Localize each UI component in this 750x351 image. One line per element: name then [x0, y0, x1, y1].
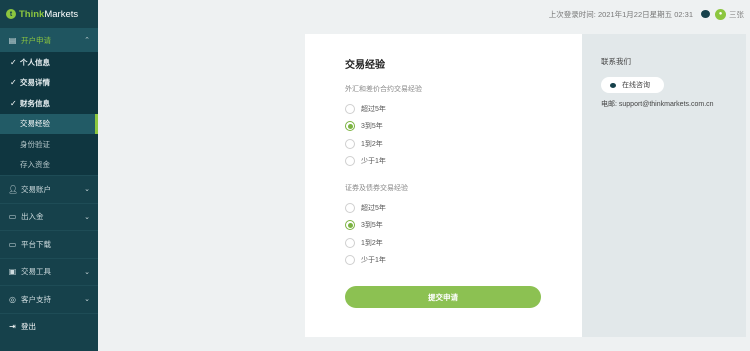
- sub-nav-list: ✓ 个人信息 ✓ 交易详情 ✓ 财务信息 交易经验 身份验证 存入资金: [0, 52, 98, 175]
- nav-item-logout[interactable]: ⇥ 登出: [0, 312, 98, 341]
- radio-button[interactable]: [345, 255, 355, 266]
- sub-item-label: 交易经验: [20, 119, 50, 129]
- username[interactable]: 三张: [729, 9, 744, 20]
- radio-label: 超过5年: [361, 105, 386, 113]
- forex-experience-label: 外汇和差价合约交易经验: [345, 86, 422, 93]
- nav-item-label: 出入金: [21, 212, 44, 222]
- nav-item-label: 平台下载: [21, 239, 51, 249]
- chevron-up-icon: ⌃: [84, 37, 90, 44]
- check-icon: ✓: [10, 98, 17, 108]
- chevron-down-icon: ⌄: [84, 186, 90, 194]
- radio-option[interactable]: 超过5年: [345, 100, 582, 118]
- topbar: 上次登录时间: 2021年1月22日星期五 02:31 ● 三张: [98, 0, 750, 28]
- sub-item-deposit-funds[interactable]: 存入资金: [0, 155, 98, 176]
- securities-experience-label: 证券及债券交易经验: [345, 185, 408, 192]
- radio-button-selected[interactable]: [345, 220, 355, 231]
- sub-item-personal-info[interactable]: ✓ 个人信息: [0, 52, 98, 73]
- radio-label: 1到2年: [361, 140, 383, 148]
- nav-item-label: 交易账户: [21, 184, 51, 194]
- sub-item-identity-verification[interactable]: 身份验证: [0, 134, 98, 155]
- radio-option[interactable]: 1到2年: [345, 135, 582, 153]
- sub-item-label: 交易详情: [20, 78, 50, 88]
- support-icon: ◎: [9, 294, 16, 304]
- chat-bubble-icon: [610, 82, 616, 88]
- chevron-down-icon: ⌄: [84, 213, 90, 221]
- sidebar: t ThinkMarkets ▤ 开户申请 ⌃ ✓ 个人信息 ✓ 交易详情 ✓ …: [0, 0, 98, 351]
- radio-button[interactable]: [345, 202, 355, 213]
- nav-item-trading-tools[interactable]: ▣ 交易工具 ⌄: [0, 257, 98, 286]
- chat-button-label: 在线咨询: [622, 82, 650, 89]
- contact-email[interactable]: 电邮: support@thinkmarkets.com.cn: [601, 99, 746, 109]
- chat-icon[interactable]: [701, 10, 710, 18]
- sub-item-label: 身份验证: [20, 139, 50, 149]
- chevron-down-icon: ⌄: [84, 296, 90, 304]
- nav-item-deposit-withdraw[interactable]: ▭ 出入金 ⌄: [0, 202, 98, 231]
- monitor-icon: ▭: [8, 239, 17, 249]
- radio-button[interactable]: [345, 103, 355, 114]
- radio-label: 少于1年: [361, 257, 386, 265]
- radio-label: 3到5年: [361, 123, 383, 131]
- sub-item-label: 个人信息: [20, 57, 50, 67]
- contact-title: 联系我们: [601, 57, 631, 66]
- logo[interactable]: t ThinkMarkets: [0, 0, 98, 28]
- nav-item-label: 客户支持: [21, 294, 51, 304]
- radio-option[interactable]: 1到2年: [345, 234, 582, 252]
- nav-item-customer-support[interactable]: ◎ 客户支持 ⌄: [0, 285, 98, 313]
- radio-label: 1到2年: [361, 239, 383, 247]
- last-login-text: 上次登录时间: 2021年1月22日星期五 02:31: [548, 9, 693, 19]
- sub-item-financial-info[interactable]: ✓ 财务信息: [0, 93, 98, 114]
- document-icon: ▤: [8, 35, 17, 45]
- nav-item-label: 登出: [21, 322, 36, 332]
- nav-item-trading-accounts[interactable]: 👤︎ 交易账户 ⌄: [0, 175, 98, 203]
- sub-item-trading-details[interactable]: ✓ 交易详情: [0, 73, 98, 94]
- contact-panel: 联系我们 在线咨询 电邮: support@thinkmarkets.com.c…: [582, 34, 746, 337]
- nav-item-platform-download[interactable]: ▭ 平台下载: [0, 230, 98, 258]
- submit-button[interactable]: 提交申请: [345, 286, 541, 308]
- radio-button[interactable]: [345, 156, 355, 167]
- radio-label: 少于1年: [361, 158, 386, 166]
- logout-icon: ⇥: [9, 322, 16, 332]
- radio-label: 3到5年: [361, 222, 383, 230]
- radio-button[interactable]: [345, 138, 355, 149]
- logo-icon: t: [6, 9, 16, 19]
- check-icon: ✓: [10, 57, 17, 67]
- radio-option[interactable]: 3到5年: [345, 217, 582, 235]
- sub-item-trading-experience[interactable]: 交易经验: [0, 113, 98, 134]
- nav-section-label: 开户申请: [21, 35, 51, 45]
- check-icon: ✓: [10, 78, 17, 88]
- experience-form-card: 交易经验 外汇和差价合约交易经验 超过5年 3到5年 1到2年 少于1年 证券及…: [305, 34, 582, 337]
- wallet-icon: ▭: [8, 212, 17, 222]
- toolbox-icon: ▣: [8, 267, 17, 277]
- nav-section-account-application[interactable]: ▤ 开户申请 ⌃: [0, 28, 98, 52]
- radio-option[interactable]: 少于1年: [345, 252, 582, 270]
- radio-button-selected[interactable]: [345, 121, 355, 132]
- chevron-down-icon: ⌄: [84, 268, 90, 276]
- logo-text: ThinkMarkets: [19, 8, 79, 20]
- radio-label: 超过5年: [361, 204, 386, 212]
- online-chat-button[interactable]: 在线咨询: [601, 77, 664, 93]
- radio-button[interactable]: [345, 237, 355, 248]
- radio-option[interactable]: 3到5年: [345, 118, 582, 136]
- sub-item-label: 存入资金: [20, 160, 50, 170]
- user-icon: 👤︎: [8, 184, 19, 194]
- form-title: 交易经验: [345, 60, 385, 71]
- avatar[interactable]: ●: [715, 8, 726, 20]
- radio-option[interactable]: 超过5年: [345, 199, 582, 217]
- sub-item-label: 财务信息: [20, 98, 50, 108]
- nav-item-label: 交易工具: [21, 267, 51, 277]
- radio-option[interactable]: 少于1年: [345, 153, 582, 171]
